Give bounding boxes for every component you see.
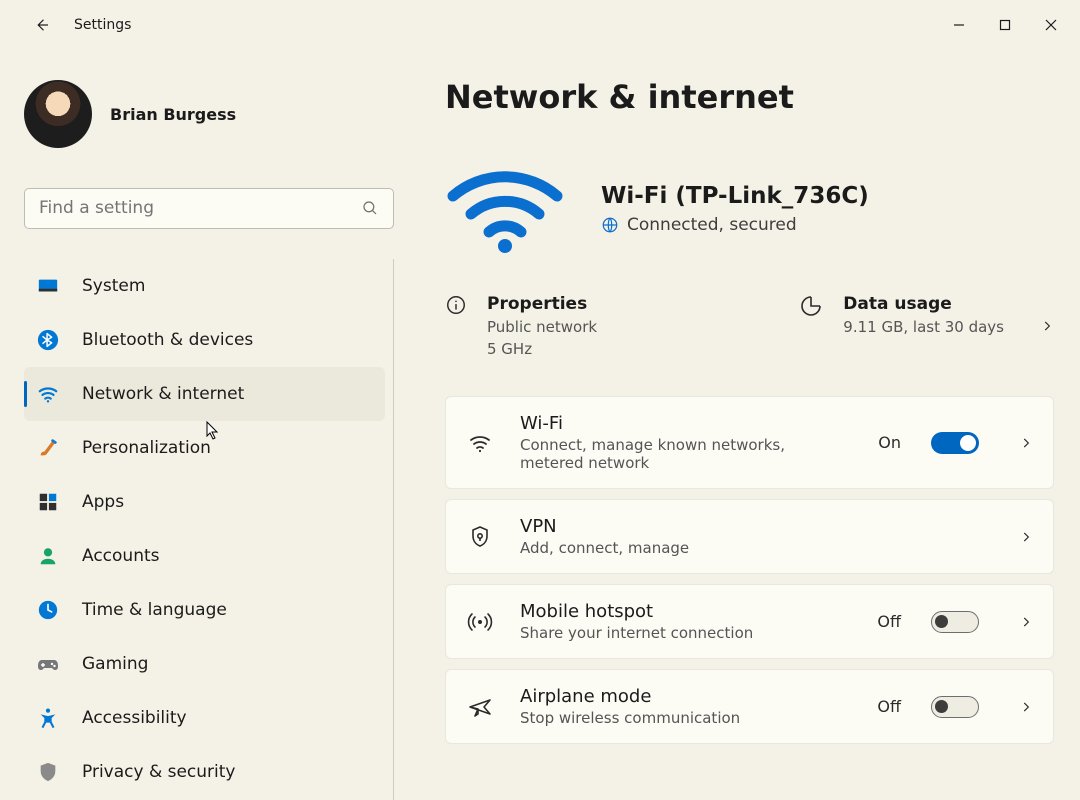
- settings-cards: Wi-Fi Connect, manage known networks, me…: [445, 396, 1054, 744]
- sidebar-item-label: Accounts: [82, 546, 160, 566]
- page-title: Network & internet: [445, 78, 1054, 116]
- properties-label: Properties: [487, 294, 597, 314]
- sidebar-item-network[interactable]: Network & internet: [24, 367, 385, 421]
- card-mobile-hotspot[interactable]: Mobile hotspot Share your internet conne…: [445, 584, 1054, 659]
- paintbrush-icon: [36, 436, 60, 460]
- wifi-icon: [36, 382, 60, 406]
- sidebar-item-apps[interactable]: Apps: [24, 475, 385, 529]
- sidebar-item-label: Gaming: [82, 654, 148, 674]
- card-airplane-mode[interactable]: Airplane mode Stop wireless communicatio…: [445, 669, 1054, 744]
- globe-icon: [601, 216, 619, 234]
- sidebar-item-label: Time & language: [82, 600, 227, 620]
- user-name: Brian Burgess: [110, 105, 236, 124]
- chevron-right-icon: [1019, 615, 1033, 629]
- network-summary-row: Properties Public network 5 GHz Data usa…: [445, 294, 1054, 358]
- apps-icon: [36, 490, 60, 514]
- hotspot-icon: [466, 610, 494, 634]
- data-usage-detail: 9.11 GB, last 30 days: [843, 318, 1004, 336]
- sidebar-item-bluetooth[interactable]: Bluetooth & devices: [24, 313, 385, 367]
- chevron-right-icon: [1040, 319, 1054, 333]
- back-arrow-icon: [33, 16, 51, 34]
- wifi-large-icon: [445, 164, 565, 254]
- card-wifi[interactable]: Wi-Fi Connect, manage known networks, me…: [445, 396, 1054, 489]
- properties-network-type: Public network: [487, 318, 597, 336]
- minimize-icon: [953, 19, 965, 31]
- chevron-right-icon: [1019, 436, 1033, 450]
- bluetooth-icon: [36, 328, 60, 352]
- maximize-button[interactable]: [982, 9, 1028, 41]
- window-title: Settings: [74, 17, 131, 33]
- toggle-state-label: Off: [877, 697, 901, 716]
- airplane-toggle[interactable]: [931, 696, 979, 718]
- toggle-state-label: Off: [877, 612, 901, 631]
- gamepad-icon: [36, 652, 60, 676]
- sidebar: Brian Burgess System Bluetooth & devices: [0, 50, 400, 800]
- sidebar-item-label: Personalization: [82, 438, 211, 458]
- user-row[interactable]: Brian Burgess: [24, 50, 394, 166]
- sidebar-item-accessibility[interactable]: Accessibility: [24, 691, 385, 745]
- airplane-icon: [466, 695, 494, 719]
- system-icon: [36, 274, 60, 298]
- card-title: Wi-Fi: [520, 413, 852, 434]
- sidebar-item-gaming[interactable]: Gaming: [24, 637, 385, 691]
- pie-icon: [799, 294, 823, 318]
- properties-button[interactable]: Properties Public network 5 GHz: [445, 294, 597, 358]
- wifi-status: Connected, secured: [601, 215, 869, 235]
- sidebar-item-label: System: [82, 276, 145, 296]
- sidebar-item-label: Network & internet: [82, 384, 244, 404]
- close-icon: [1045, 19, 1057, 31]
- hotspot-toggle[interactable]: [931, 611, 979, 633]
- wifi-status-hero: Wi-Fi (TP-Link_736C) Connected, secured: [445, 164, 1054, 254]
- wifi-ssid: Wi-Fi (TP-Link_736C): [601, 183, 869, 209]
- sidebar-item-time-language[interactable]: Time & language: [24, 583, 385, 637]
- wifi-toggle[interactable]: [931, 432, 979, 454]
- accessibility-icon: [36, 706, 60, 730]
- shield-icon: [36, 760, 60, 784]
- avatar: [24, 80, 92, 148]
- card-subtitle: Connect, manage known networks, metered …: [520, 436, 852, 472]
- clock-globe-icon: [36, 598, 60, 622]
- card-subtitle: Stop wireless communication: [520, 709, 851, 727]
- sidebar-item-accounts[interactable]: Accounts: [24, 529, 385, 583]
- chevron-right-icon: [1019, 700, 1033, 714]
- card-title: VPN: [520, 516, 993, 537]
- sidebar-item-privacy[interactable]: Privacy & security: [24, 745, 385, 799]
- toggle-state-label: On: [878, 433, 901, 452]
- window-controls: [936, 9, 1074, 41]
- accounts-icon: [36, 544, 60, 568]
- sidebar-item-system[interactable]: System: [24, 259, 385, 313]
- titlebar: Settings: [0, 0, 1080, 50]
- maximize-icon: [999, 19, 1011, 31]
- search-icon: [361, 199, 379, 217]
- minimize-button[interactable]: [936, 9, 982, 41]
- sidebar-item-personalization[interactable]: Personalization: [24, 421, 385, 475]
- card-subtitle: Share your internet connection: [520, 624, 851, 642]
- card-title: Mobile hotspot: [520, 601, 851, 622]
- card-title: Airplane mode: [520, 686, 851, 707]
- card-subtitle: Add, connect, manage: [520, 539, 993, 557]
- vpn-shield-icon: [466, 525, 494, 549]
- content-area: Network & internet Wi-Fi (TP-Link_736C) …: [400, 50, 1080, 800]
- sidebar-item-label: Apps: [82, 492, 124, 512]
- data-usage-button[interactable]: Data usage 9.11 GB, last 30 days: [799, 294, 1004, 336]
- close-button[interactable]: [1028, 9, 1074, 41]
- back-button[interactable]: [24, 7, 60, 43]
- info-icon: [445, 294, 467, 316]
- search-box[interactable]: [24, 188, 394, 229]
- wifi-status-text: Connected, secured: [627, 215, 797, 235]
- wifi-icon: [466, 431, 494, 455]
- sidebar-nav: System Bluetooth & devices Network & int…: [24, 259, 394, 800]
- search-input[interactable]: [39, 198, 361, 218]
- sidebar-item-label: Privacy & security: [82, 762, 236, 782]
- sidebar-item-label: Bluetooth & devices: [82, 330, 253, 350]
- data-usage-label: Data usage: [843, 294, 1004, 314]
- sidebar-item-label: Accessibility: [82, 708, 187, 728]
- card-vpn[interactable]: VPN Add, connect, manage: [445, 499, 1054, 574]
- properties-band: 5 GHz: [487, 340, 597, 358]
- chevron-right-icon: [1019, 530, 1033, 544]
